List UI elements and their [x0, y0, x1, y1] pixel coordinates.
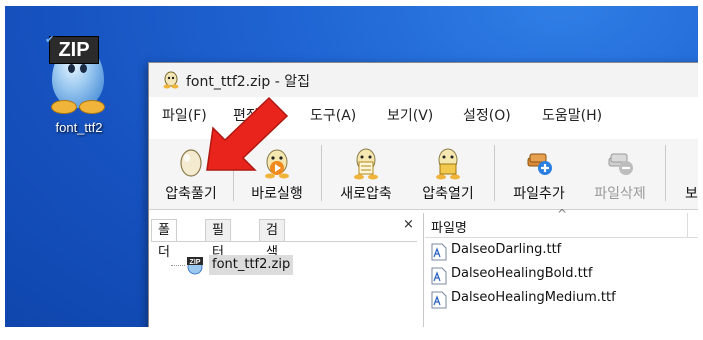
- open-archive-icon: [436, 148, 460, 180]
- add-file-icon: [527, 153, 552, 175]
- file-list-header: 파일명 ^: [425, 207, 698, 238]
- close-icon[interactable]: ×: [403, 217, 414, 232]
- add-file-label: 파일추가: [513, 186, 565, 202]
- zip-archive-icon: ZIP: [187, 257, 203, 275]
- alzip-app-icon: [163, 71, 179, 89]
- desktop-icon-label: font_ttf2: [55, 120, 103, 135]
- red-arrow-annotation-icon: [206, 96, 289, 171]
- tab-search[interactable]: 검색: [259, 219, 285, 260]
- add-file-button[interactable]: 파일추가: [500, 139, 578, 209]
- tree-connector: [171, 265, 185, 266]
- font-file-icon: [431, 291, 447, 309]
- file-name: DalseoDarling.ttf: [451, 242, 562, 257]
- screen: ZIP ✔ font_ttf2 font_ttf2.zip - 알집 파일(F)…: [5, 6, 698, 327]
- menu-help[interactable]: 도움말(H): [542, 105, 602, 125]
- toolbar-separator: [665, 145, 666, 201]
- more-label: 보: [685, 186, 698, 202]
- more-button[interactable]: 보: [685, 139, 698, 209]
- new-archive-button[interactable]: 새로압축: [327, 139, 405, 209]
- font-file-icon: [431, 243, 447, 261]
- sort-indicator-icon: ^: [557, 207, 568, 221]
- window-title: font_ttf2.zip - 알집: [186, 74, 310, 90]
- new-archive-icon: [354, 148, 378, 180]
- tab-divider: [151, 241, 417, 242]
- egg-feet-icon: [51, 100, 105, 114]
- extract-label: 압축풀기: [165, 186, 217, 202]
- menu-tools[interactable]: 도구(A): [310, 105, 356, 125]
- delete-file-label: 파일삭제: [594, 186, 646, 202]
- font-file-icon: [431, 267, 447, 285]
- menu-file[interactable]: 파일(F): [162, 105, 207, 125]
- open-archive-label: 압축열기: [422, 186, 474, 202]
- column-separator[interactable]: [687, 213, 688, 237]
- new-archive-label: 새로압축: [340, 186, 392, 202]
- run-directly-label: 바로실행: [251, 186, 303, 202]
- tree-item-label: font_ttf2.zip: [209, 255, 294, 275]
- open-archive-button[interactable]: 압축열기: [409, 139, 487, 209]
- checkbox-icon: ✔: [45, 33, 55, 46]
- title-bar[interactable]: font_ttf2.zip - 알집: [149, 63, 698, 97]
- file-name: DalseoHealingBold.ttf: [451, 266, 593, 281]
- toolbar-separator: [321, 145, 322, 201]
- folder-pane: 폴더 필터 검색 × ZIP font_ttf2.zip: [149, 213, 424, 327]
- desktop-zip-file-icon[interactable]: ZIP ✔ font_ttf2: [41, 24, 117, 135]
- toolbar-separator: [494, 145, 495, 201]
- menu-view[interactable]: 보기(V): [387, 105, 433, 125]
- delete-file-button[interactable]: 파일삭제: [581, 139, 659, 209]
- column-header-filename[interactable]: 파일명: [431, 217, 467, 236]
- file-list-pane: 파일명 ^ DalseoDarling.ttf DalseoHealingBol…: [425, 207, 698, 327]
- tab-folder[interactable]: 폴더: [151, 219, 177, 260]
- tab-filter[interactable]: 필터: [205, 219, 231, 260]
- delete-file-icon: [608, 153, 633, 175]
- svg-text:ZIP: ZIP: [190, 259, 201, 266]
- menu-settings[interactable]: 설정(O): [463, 105, 511, 125]
- file-name: DalseoHealingMedium.ttf: [451, 290, 616, 305]
